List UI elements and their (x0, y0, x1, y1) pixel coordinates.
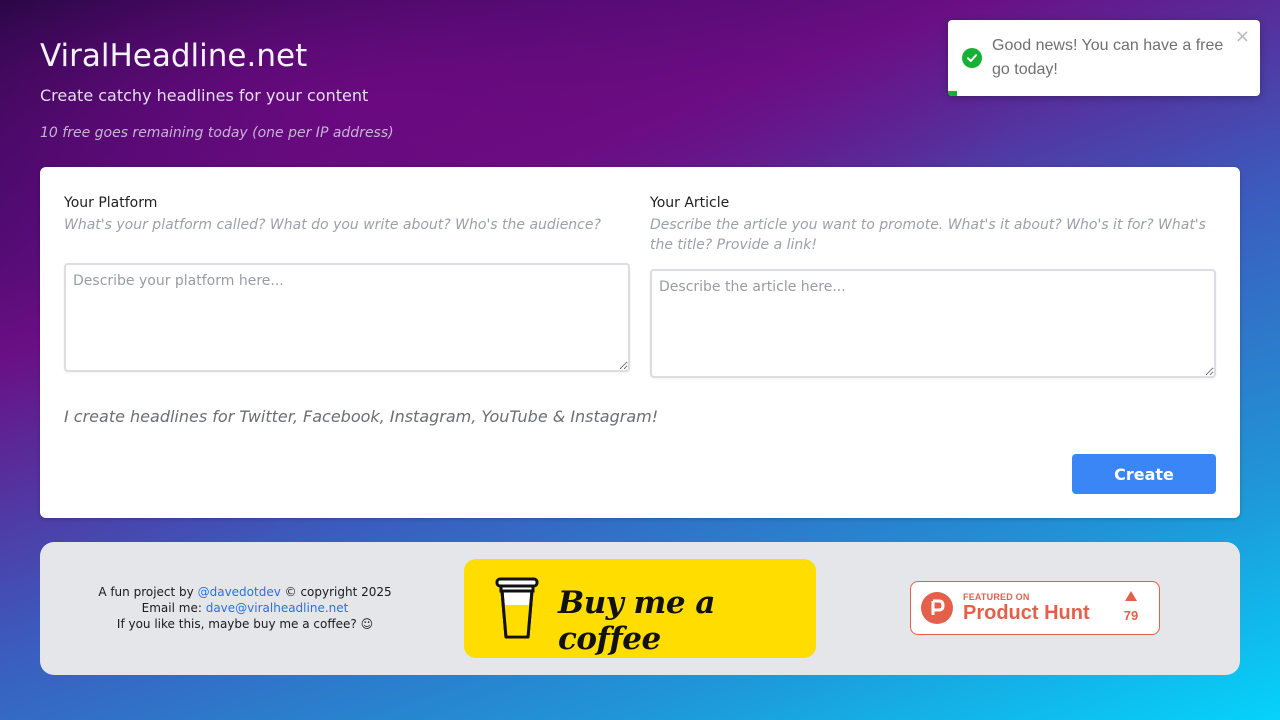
free-goes-note: 10 free goes remaining today (one per IP… (40, 125, 394, 141)
twitter-handle-link[interactable]: @davedotdev (198, 585, 281, 599)
platforms-note: I create headlines for Twitter, Facebook… (64, 407, 659, 426)
close-icon[interactable]: × (1235, 26, 1250, 47)
buy-me-a-coffee-button[interactable]: Buy me a coffee (464, 559, 816, 658)
footer: A fun project by @davedotdev © copyright… (40, 542, 1240, 675)
platform-section: Your Platform What's your platform calle… (64, 195, 630, 372)
footer-credit-line: A fun project by @davedotdev © copyright… (70, 584, 420, 600)
upvote-arrow-icon (1125, 591, 1137, 601)
email-link[interactable]: dave@viralheadline.net (206, 601, 349, 615)
toast-message: Good news! You can have a free go today! (992, 37, 1224, 78)
platform-help: What's your platform called? What do you… (64, 217, 601, 233)
footer-copyright: © copyright 2025 (280, 585, 392, 599)
article-label: Your Article (650, 195, 730, 211)
toast-progress-bar (948, 91, 958, 96)
platform-label: Your Platform (64, 195, 158, 211)
footer-coffee-line: If you like this, maybe buy me a coffee?… (116, 617, 374, 631)
coffee-label: Buy me a coffee (558, 585, 715, 657)
product-hunt-badge[interactable]: FEATURED ON Product Hunt 79 (910, 581, 1160, 635)
ph-vote-count: 79 (1123, 608, 1139, 623)
site-title: ViralHeadline.net (40, 38, 308, 74)
footer-email-line: Email me: dave@viralheadline.net (70, 600, 420, 616)
footer-credit-prefix: A fun project by (98, 585, 198, 599)
email-prefix: Email me: (141, 601, 206, 615)
platform-input[interactable] (64, 263, 630, 372)
ph-featured-label: FEATURED ON (963, 592, 1030, 602)
product-hunt-logo-icon (921, 592, 953, 624)
create-button[interactable]: Create (1072, 454, 1216, 494)
article-section: Your Article Describe the article you wa… (650, 195, 1216, 378)
ph-name: Product Hunt (963, 602, 1090, 624)
check-circle-icon (962, 48, 982, 68)
coffee-cup-icon (495, 577, 539, 639)
toast-notification: Good news! You can have a free go today!… (948, 20, 1260, 96)
article-help: Describe the article you want to promote… (650, 217, 1206, 253)
article-input[interactable] (650, 269, 1216, 378)
headline-form-card: Your Platform What's your platform calle… (40, 167, 1240, 518)
footer-text: A fun project by @davedotdev © copyright… (70, 584, 420, 632)
site-subtitle: Create catchy headlines for your content (40, 86, 369, 105)
header: ViralHeadline.net Create catchy headline… (40, 38, 394, 141)
